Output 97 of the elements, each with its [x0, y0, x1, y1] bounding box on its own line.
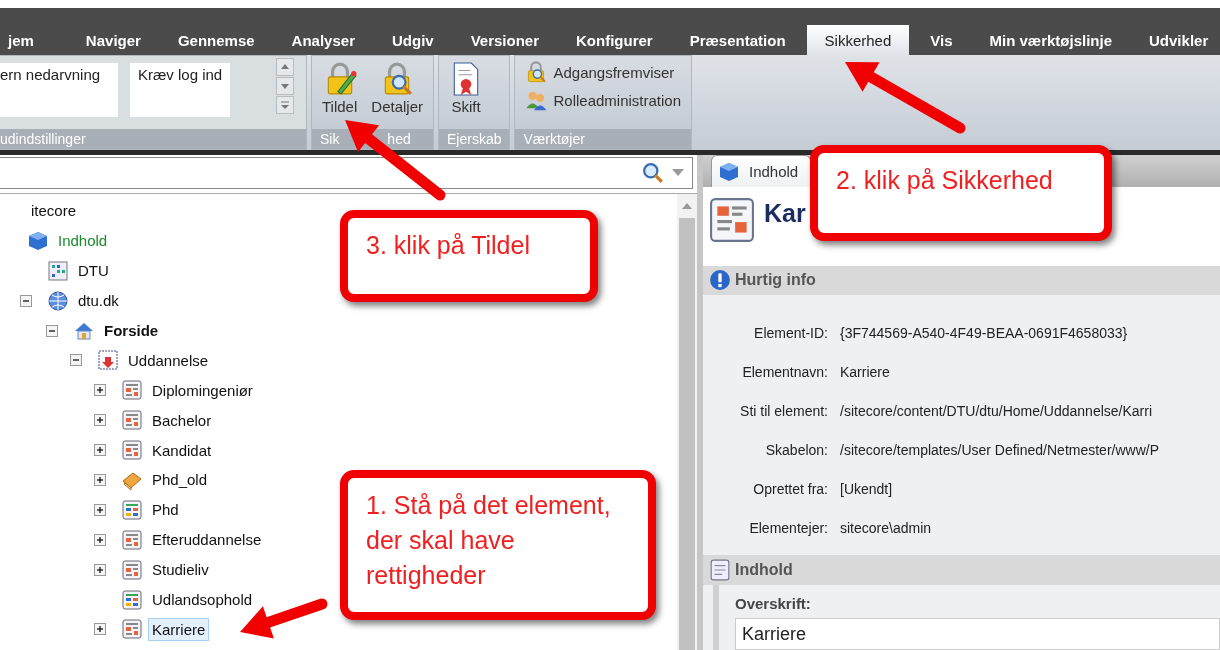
info-icon: [709, 269, 731, 292]
group-label: Ejerskab: [447, 131, 502, 147]
tree-item[interactable]: Udlandsophold: [148, 588, 257, 611]
page-icon: [121, 379, 143, 402]
cube-icon: [27, 229, 49, 252]
menu-tab[interactable]: Udvikler: [1133, 25, 1220, 55]
field-label: Elementejer:: [748, 519, 828, 536]
scroll-up-icon[interactable]: [681, 202, 693, 210]
more-icon[interactable]: [276, 96, 294, 114]
collapse-icon[interactable]: [70, 354, 82, 367]
expand-icon[interactable]: [94, 623, 106, 636]
scroll-down-icon[interactable]: [276, 77, 294, 95]
page-icon: [709, 197, 755, 243]
menu-tab[interactable]: jem: [0, 25, 50, 55]
tree-item[interactable]: Studieliv: [148, 558, 213, 582]
search-icon[interactable]: [642, 162, 664, 184]
group-label: Sik: [320, 131, 340, 147]
editor-tab[interactable]: Indhold: [711, 155, 812, 187]
tree-item[interactable]: dtu.dk: [74, 289, 123, 313]
group-label: hed: [387, 131, 411, 147]
field-label: Sti til element:: [739, 402, 828, 419]
menu-tab[interactable]: Præsentation: [673, 25, 802, 55]
tree-item[interactable]: Forside: [100, 319, 163, 342]
expand-icon[interactable]: [94, 563, 106, 576]
expand-icon[interactable]: [94, 444, 106, 457]
item-heading: Kar: [764, 199, 806, 228]
text-field[interactable]: Karriere: [735, 618, 1220, 650]
folder-icon: [97, 349, 119, 372]
expand-icon[interactable]: [94, 414, 106, 427]
field-value: Karriere: [840, 363, 890, 380]
section-header[interactable]: Hurtig info: [703, 265, 1220, 296]
menu-tab[interactable]: Versioner: [454, 25, 555, 55]
field-value: [Ukendt]: [840, 480, 893, 497]
page-icon: [121, 409, 143, 432]
tree-item[interactable]: Karriere: [148, 617, 210, 641]
menu-tab[interactable]: Naviger: [69, 25, 157, 55]
field-label: Skabelon:: [764, 441, 828, 458]
globe-icon: [47, 289, 69, 312]
ribbon-button[interactable]: Detaljer: [367, 60, 427, 117]
group-label: Værktøjer: [523, 131, 585, 147]
people-icon: [525, 89, 548, 111]
caret-icon[interactable]: [672, 169, 684, 177]
ribbon-button[interactable]: Rolleadministration: [521, 87, 685, 113]
menu-tab[interactable]: Vis: [914, 25, 969, 55]
collapse-icon[interactable]: [20, 294, 32, 307]
expand-icon[interactable]: [94, 384, 106, 397]
field-label: Overskrift:: [735, 595, 812, 612]
menu-tab[interactable]: Konfigurer: [560, 25, 669, 55]
grid-icon: [47, 259, 69, 282]
page-icon: [121, 618, 143, 641]
field-value: {3F744569-A540-4F49-BEAA-0691F4658033}: [840, 324, 1128, 341]
expand-icon[interactable]: [94, 533, 106, 546]
menu-tab[interactable]: Gennemse: [161, 25, 271, 55]
field-label: Element-ID:: [753, 324, 828, 341]
menu-tab[interactable]: Analyser: [275, 25, 371, 55]
page-icon: [121, 498, 143, 521]
tree-item[interactable]: Bachelor: [148, 408, 216, 432]
menu-tab[interactable]: Min værktøjslinje: [973, 25, 1129, 55]
tree-item[interactable]: Efteruddannelse: [148, 528, 266, 552]
scroll-up-icon[interactable]: [276, 58, 294, 76]
expand-icon[interactable]: [94, 473, 106, 486]
ribbon-button[interactable]: Skift: [445, 60, 487, 117]
group-label: udindstillinger: [0, 129, 306, 149]
field-value: sitecore\admin: [840, 519, 932, 536]
scrollbar[interactable]: [677, 194, 697, 650]
field-label: Elementnavn:: [741, 363, 828, 380]
ribbon-button[interactable]: Tildel: [318, 60, 362, 117]
tree-item[interactable]: Phd_old: [148, 468, 212, 492]
gallery-item[interactable]: Kræv log ind: [130, 63, 230, 117]
expand-icon[interactable]: [94, 503, 106, 516]
document-icon: [709, 559, 731, 582]
page-icon: [121, 588, 143, 611]
callout-box: 3. klik på Tildel: [340, 210, 598, 302]
field-label: Oprettet fra:: [752, 480, 828, 497]
tree-item[interactable]: Indhold: [54, 229, 112, 253]
tree-item[interactable]: itecore: [27, 199, 81, 223]
menu-tab[interactable]: Sikkerhed: [806, 25, 910, 55]
tree-item[interactable]: Kandidat: [148, 438, 216, 462]
callout-box: 2. klik på Sikkerhed: [810, 145, 1112, 241]
gallery-item[interactable]: ern nedarvning: [0, 63, 118, 117]
tree-item[interactable]: Diplomingeniør: [148, 378, 257, 402]
page-icon: [121, 558, 143, 581]
collapse-icon[interactable]: [46, 324, 58, 337]
tree-item[interactable]: DTU: [74, 259, 113, 283]
lock-search-icon: [525, 61, 548, 83]
callout-box: 1. Stå på det element, der skal have rettigheder: [340, 470, 656, 620]
tree-item[interactable]: Uddannelse: [124, 348, 213, 372]
page-icon: [121, 528, 143, 551]
cube-icon: [718, 160, 740, 183]
menu-tab[interactable]: Udgiv: [375, 25, 450, 55]
field-value: /sitecore/templates/User Defined/Netmester/www/P: [840, 441, 1159, 458]
field-value: /sitecore/content/DTU/dtu/Home/Uddannelse/Karri: [840, 402, 1153, 419]
section-header[interactable]: Indhold: [703, 555, 1220, 585]
ribbon-button[interactable]: Adgangsfremviser: [521, 59, 679, 85]
tree-item[interactable]: Phd: [148, 498, 183, 522]
page-icon: [121, 439, 143, 462]
search-field[interactable]: [0, 157, 693, 189]
